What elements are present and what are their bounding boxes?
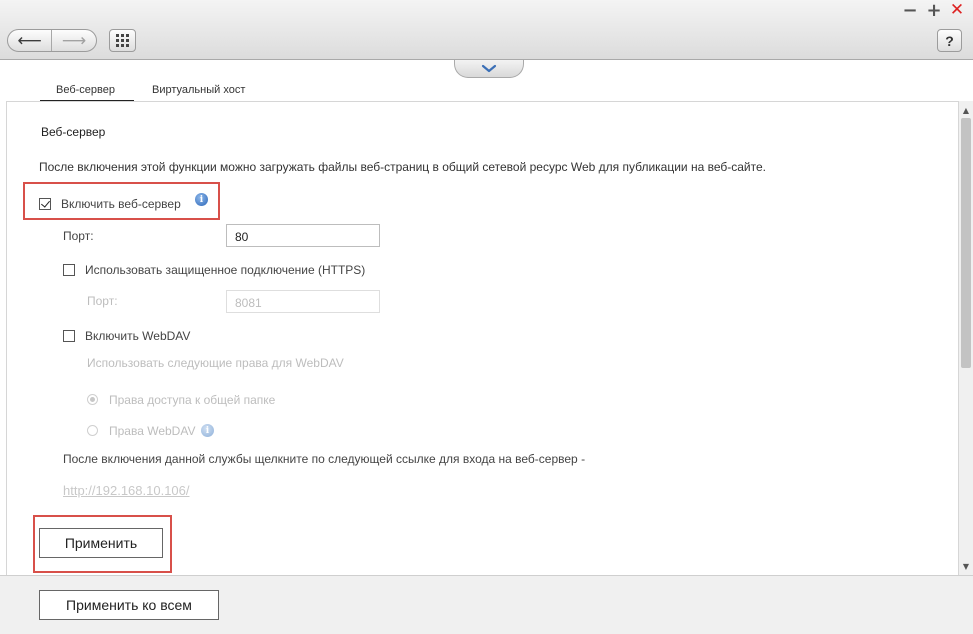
webdav-rights-label: Использовать следующие права для WebDAV [87, 356, 344, 370]
minimize-icon[interactable]: − [900, 0, 920, 21]
arrow-right-icon: ⟶ [61, 30, 87, 51]
help-button[interactable]: ? [937, 29, 962, 52]
apply-all-button[interactable]: Применить ко всем [39, 590, 219, 620]
forward-button[interactable]: ⟶ [52, 30, 96, 51]
navigation-group: ⟵ ⟶ [7, 29, 97, 52]
https-port-input[interactable]: 8081 [226, 290, 380, 313]
radio-webdav-permissions[interactable] [87, 425, 98, 436]
https-port-label: Порт: [87, 294, 118, 308]
collapse-toolbar-button[interactable] [454, 60, 524, 78]
apply-button[interactable]: Применить [39, 528, 163, 558]
radio-webdav-permissions-label[interactable]: Права WebDAV [109, 424, 195, 438]
scroll-down-icon[interactable]: ▼ [959, 559, 973, 573]
section-title: Веб-сервер [41, 125, 106, 139]
chevron-down-icon [481, 64, 497, 72]
tab-virtual-host[interactable]: Виртуальный хост [152, 84, 245, 102]
scroll-up-icon[interactable]: ▲ [959, 103, 973, 117]
webdav-checkbox[interactable] [63, 330, 75, 342]
radio-share-permissions-label[interactable]: Права доступа к общей папке [109, 393, 275, 407]
tab-bar: Веб-сервер Виртуальный хост [40, 84, 245, 102]
port-input[interactable]: 80 [226, 224, 380, 247]
https-label[interactable]: Использовать защищенное подключение (HTT… [85, 263, 365, 277]
info-icon-webdav[interactable]: i [201, 424, 214, 437]
scroll-thumb[interactable] [961, 118, 971, 368]
webdav-label[interactable]: Включить WebDAV [85, 329, 190, 343]
apps-menu-button[interactable] [109, 29, 136, 52]
vertical-scrollbar[interactable]: ▲ ▼ [959, 101, 973, 575]
web-server-link[interactable]: http://192.168.10.106/ [63, 483, 190, 498]
info-icon[interactable]: i [195, 193, 208, 206]
link-hint-text: После включения данной службы щелкните п… [63, 452, 586, 466]
arrow-left-icon: ⟵ [17, 30, 42, 51]
enable-web-server-label[interactable]: Включить веб-сервер [61, 197, 181, 211]
description-text: После включения этой функции можно загру… [39, 160, 766, 174]
enable-web-server-checkbox[interactable] [39, 198, 51, 210]
close-icon[interactable]: ✕ [947, 0, 967, 20]
radio-share-permissions[interactable] [87, 394, 98, 405]
grid-icon [116, 34, 129, 47]
toolbar: − + ✕ ⟵ ⟶ ? [0, 0, 973, 60]
back-button[interactable]: ⟵ [8, 30, 53, 51]
maximize-icon[interactable]: + [924, 0, 944, 21]
port-label: Порт: [63, 229, 94, 243]
tab-web-server[interactable]: Веб-сервер [40, 84, 134, 102]
https-checkbox[interactable] [63, 264, 75, 276]
